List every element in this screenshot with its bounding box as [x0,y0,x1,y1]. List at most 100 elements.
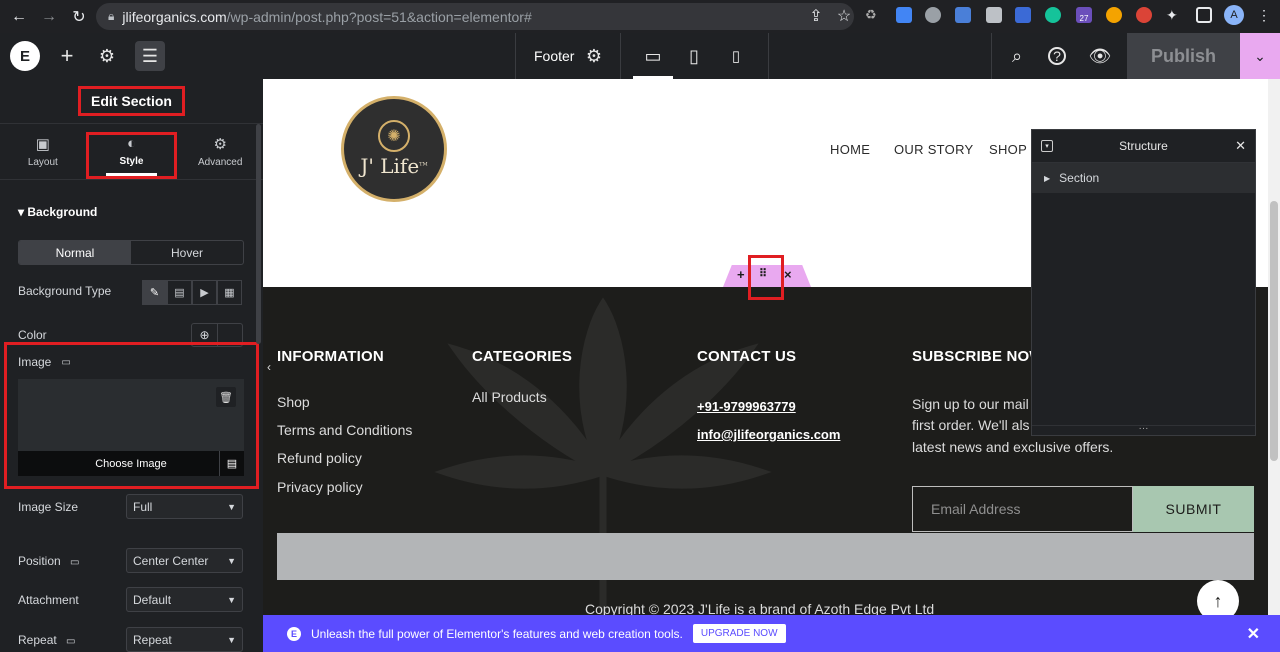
page-settings-gear-icon[interactable]: ⚙ [583,45,605,67]
mandala-icon: ✺ [378,120,410,152]
newsletter-submit-button[interactable]: SUBMIT [1133,486,1254,532]
extension-globe-icon[interactable] [925,7,941,23]
tab-layout[interactable]: ▣ Layout [0,124,86,179]
preview-eye-icon[interactable]: 👁︎ [1089,45,1112,67]
mobile-view-icon[interactable]: ▯ [725,45,747,67]
gradient-icon[interactable]: ▤ [167,280,192,305]
extension-s-icon[interactable] [1015,7,1031,23]
address-bar[interactable]: 🔒︎ jlifeorganics.com /wp-admin/post.php?… [96,3,854,30]
collapse-panel-icon[interactable]: ‹ [263,357,275,377]
extensions-puzzle-icon[interactable]: ✦ [1166,7,1182,23]
attachment-select[interactable]: Default ▼ [126,587,243,612]
extension-camera-icon[interactable] [986,7,1002,23]
share-icon[interactable]: ⇪ [805,5,827,27]
structure-navigator: ▾ Structure ✕ ▶ Section ··· [1031,129,1256,436]
collapse-navigator-icon[interactable]: ▾ [1041,140,1053,152]
position-row: Position ▭ Center Center ▼ [18,548,243,573]
close-icon[interactable]: ✕ [1247,624,1260,644]
contrast-icon: ◐ [126,135,137,152]
image-preview[interactable]: 🗑︎ [18,379,244,451]
browser-menu-icon[interactable]: ⋮ [1257,7,1273,23]
structure-item-label: Section [1059,171,1100,185]
close-icon[interactable]: ✕ [1235,138,1246,154]
divider [768,33,769,79]
side-panel-icon[interactable] [1196,7,1212,23]
menu-home[interactable]: HOME [830,142,870,157]
footer-heading-contact: CONTACT US [697,348,797,365]
extension-grammarly-icon[interactable] [1045,7,1061,23]
background-type-options: ✎ ▤ ▶ ▦ [142,280,242,305]
choose-image-button[interactable]: Choose Image ▤ [18,451,244,476]
footer-phone-link[interactable]: +91-9799963779 [697,399,796,414]
site-settings-icon[interactable]: ⚙ [96,45,118,67]
help-icon[interactable]: ? [1048,47,1066,65]
site-logo[interactable]: ✺ J' LifeTM [341,96,447,202]
forward-icon[interactable]: → [38,6,60,28]
position-select[interactable]: Center Center ▼ [126,548,243,573]
delete-section-icon[interactable]: × [784,267,792,282]
layout-icon: ▣ [35,136,50,153]
extension-docs-icon[interactable] [896,7,912,23]
search-icon[interactable]: ⌕ [1006,45,1028,67]
resize-grip-icon[interactable]: ··· [1032,424,1255,435]
subscribe-text-line: first order. We'll als [912,417,1030,433]
state-hover-tab[interactable]: Hover [131,241,243,264]
menu-our-story[interactable]: OUR STORY [894,142,974,157]
footer-link-refund[interactable]: Refund policy [277,450,362,466]
select-value: Default [133,592,172,607]
back-icon[interactable]: ← [8,6,30,28]
desktop-view-icon[interactable]: ▭ [641,45,665,67]
structure-item-section[interactable]: ▶ Section [1032,163,1255,193]
background-section-toggle[interactable]: ▾ Background [18,205,97,219]
url-host: jlifeorganics.com [122,8,227,25]
footer-link-shop[interactable]: Shop [277,394,310,410]
tab-label: Style [105,156,158,176]
document-title[interactable]: Footer [534,48,574,64]
publish-button[interactable]: Publish [1127,33,1240,79]
newsletter-email-input[interactable]: Email Address [912,486,1133,532]
menu-shop[interactable]: SHOP [989,142,1027,157]
trash-icon[interactable]: 🗑︎ [216,387,236,407]
position-label: Position ▭ [18,553,80,568]
tab-style[interactable]: ◐ Style [85,132,178,179]
bookmark-star-icon[interactable]: ☆ [833,5,855,27]
caret-right-icon[interactable]: ▶ [1044,174,1050,183]
gear-icon: ⚙ [213,136,227,153]
footer-link-privacy[interactable]: Privacy policy [277,479,363,495]
canvas-scrollbar[interactable] [1268,79,1280,652]
chevron-down-icon: ▼ [227,555,236,566]
footer-email-link[interactable]: info@jlifeorganics.com [697,427,840,442]
brush-icon[interactable]: ✎ [142,280,167,305]
slideshow-icon[interactable]: ▦ [217,280,242,305]
color-label: Color [18,328,47,342]
repeat-select[interactable]: Repeat ▼ [126,627,243,652]
publish-options-chevron-icon[interactable]: ⌄ [1240,33,1280,79]
panel-tabs: ▣ Layout ◐ Style ⚙ Advanced [0,124,263,180]
profile-avatar[interactable]: A [1224,5,1244,25]
footer-link-terms[interactable]: Terms and Conditions [277,422,412,438]
repeat-row: Repeat ▭ Repeat ▼ [18,627,243,652]
extension-badge-icon[interactable]: 27 [1076,7,1092,23]
responsive-desktop-icon[interactable]: ▭ [66,636,75,647]
extension-color-icon[interactable] [1136,7,1152,23]
responsive-desktop-icon[interactable]: ▭ [70,557,79,568]
state-normal-tab[interactable]: Normal [19,241,131,264]
tablet-view-icon[interactable]: ▯ [683,45,705,67]
panel-scrollbar[interactable] [256,124,261,344]
add-element-button[interactable]: + [56,43,78,68]
footer-link-all-products[interactable]: All Products [472,389,547,405]
tab-advanced[interactable]: ⚙ Advanced [177,124,263,179]
responsive-desktop-icon[interactable]: ▭ [61,357,70,368]
extension-recycle-icon[interactable]: ♻ [865,7,881,23]
add-section-icon[interactable]: + [737,267,745,282]
extension-flame-icon[interactable] [1106,7,1122,23]
library-icon[interactable]: ▤ [219,451,244,476]
reload-icon[interactable]: ↻ [68,6,90,28]
panel-title: Edit Section [78,86,185,116]
upgrade-now-button[interactable]: UPGRADE NOW [692,624,786,643]
video-icon[interactable]: ▶ [192,280,217,305]
image-size-select[interactable]: Full ▼ [126,494,243,519]
extension-translate-icon[interactable] [955,7,971,23]
navigator-button[interactable]: ☰ [135,41,165,71]
elementor-logo-icon[interactable]: E [10,41,40,71]
